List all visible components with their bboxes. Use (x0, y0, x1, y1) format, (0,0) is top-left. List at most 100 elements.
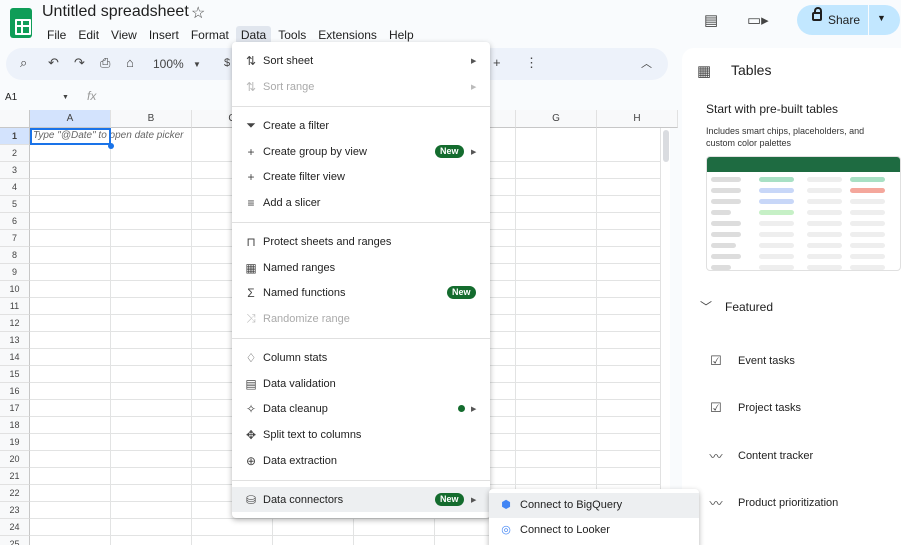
new-badge: New (435, 145, 464, 158)
row-header[interactable]: 1 (0, 128, 30, 145)
scrollbar-thumb[interactable] (663, 130, 669, 162)
row-header[interactable]: 12 (0, 315, 30, 332)
row-header[interactable]: 17 (0, 400, 30, 417)
menu-item-add-slicer[interactable]: ≡ Add a slicer (232, 190, 490, 215)
menu-item-data-extraction[interactable]: ⊕ Data extraction (232, 448, 490, 473)
row-header[interactable]: 6 (0, 213, 30, 230)
zoom-chevron-icon[interactable]: ▼ (193, 60, 201, 69)
row-header[interactable]: 20 (0, 451, 30, 468)
menu-item-column-stats[interactable]: ♢ Column stats (232, 345, 490, 370)
lock-icon: ⊓ (246, 234, 256, 249)
row-header[interactable]: 5 (0, 196, 30, 213)
row-header[interactable]: 22 (0, 485, 30, 502)
grid-line (110, 128, 111, 545)
name-box-chevron-icon[interactable]: ▼ (62, 94, 69, 101)
chevron-down-icon[interactable]: ▼ (877, 13, 886, 23)
row-header[interactable]: 11 (0, 298, 30, 315)
sheets-logo-icon[interactable] (10, 8, 32, 38)
table-preview-image[interactable] (706, 156, 901, 271)
menu-item-named-functions[interactable]: Σ Named functions New (232, 280, 490, 305)
sort-range-icon: ⇅ (245, 79, 257, 94)
menu-item-protect-sheets[interactable]: ⊓ Protect sheets and ranges (232, 229, 490, 254)
submenu-item-label: Connect to BigQuery (520, 499, 623, 511)
row-header[interactable]: 4 (0, 179, 30, 196)
row-header[interactable]: 13 (0, 332, 30, 349)
submenu-item-looker[interactable]: ◎ Connect to Looker (489, 518, 699, 543)
submenu-arrow-icon: ▶ (471, 57, 477, 65)
menu-file[interactable]: File (42, 26, 71, 44)
row-header[interactable]: 19 (0, 434, 30, 451)
menu-edit[interactable]: Edit (73, 26, 104, 44)
menu-view[interactable]: View (106, 26, 142, 44)
share-label: Share (828, 13, 861, 27)
featured-heading[interactable]: Featured (725, 300, 773, 314)
menu-item-sort-sheet[interactable]: ⇅ Sort sheet ▶ (232, 48, 490, 73)
row-header[interactable]: 21 (0, 468, 30, 485)
template-item[interactable]: 〰 Content tracker (706, 446, 813, 465)
zoom-select[interactable]: 100% (153, 57, 184, 71)
select-all-corner[interactable] (0, 110, 30, 128)
menu-format[interactable]: Format (186, 26, 234, 44)
row-header[interactable]: 3 (0, 162, 30, 179)
template-label: Product prioritization (738, 496, 839, 509)
plus-icon: + (247, 169, 255, 184)
row-header[interactable]: 15 (0, 366, 30, 383)
preview-header (707, 157, 900, 172)
chevron-down-icon[interactable]: ﹀ (700, 298, 712, 315)
vertical-scrollbar[interactable] (660, 128, 670, 545)
row-header[interactable]: 7 (0, 230, 30, 247)
print-icon[interactable]: ⎙ (100, 55, 110, 71)
grid-line (596, 128, 597, 545)
menu-item-label: Data connectors (263, 493, 344, 506)
fx-icon: fx (87, 89, 97, 103)
menu-item-named-ranges[interactable]: ▦ Named ranges (232, 255, 490, 280)
database-icon: ⛁ (245, 492, 257, 507)
template-label: Project tasks (738, 402, 801, 414)
row-header[interactable]: 9 (0, 264, 30, 281)
row-header[interactable]: 24 (0, 519, 30, 536)
more-options-icon[interactable]: ⋮ (525, 55, 538, 71)
validation-icon: ▤ (245, 376, 257, 391)
fill-handle[interactable] (108, 143, 114, 149)
menu-insert[interactable]: Insert (144, 26, 184, 44)
undo-icon[interactable]: ↶ (48, 55, 59, 71)
submenu-item-bigquery[interactable]: ⬢ Connect to BigQuery (489, 493, 699, 518)
status-dot (458, 405, 465, 412)
menu-item-create-group-by-view[interactable]: + Create group by view New ▶ (232, 139, 490, 164)
column-header[interactable]: H (597, 110, 678, 128)
row-header[interactable]: 10 (0, 281, 30, 298)
template-item[interactable]: ☑ Event tasks (706, 353, 795, 369)
menu-item-split-text[interactable]: ✥ Split text to columns (232, 422, 490, 447)
share-button[interactable]: Share ▼ (797, 5, 900, 35)
template-item[interactable]: 〰 Product prioritization (706, 493, 838, 512)
column-header[interactable]: B (111, 110, 192, 128)
row-header[interactable]: 23 (0, 502, 30, 519)
add-icon[interactable]: + (493, 55, 501, 70)
star-icon[interactable]: ☆ (191, 3, 205, 23)
row-header[interactable]: 8 (0, 247, 30, 264)
menu-divider (232, 106, 490, 107)
row-header[interactable]: 2 (0, 145, 30, 162)
row-header[interactable]: 25 (0, 536, 30, 545)
menu-item-data-connectors[interactable]: ⛁ Data connectors New ▶ (232, 487, 490, 512)
redo-icon[interactable]: ↷ (74, 55, 85, 71)
document-title[interactable]: Untitled spreadsheet (42, 3, 189, 21)
preview-row (707, 230, 900, 240)
menu-item-create-filter-view[interactable]: + Create filter view (232, 164, 490, 189)
menu-item-data-cleanup[interactable]: ✧ Data cleanup ▶ (232, 396, 490, 421)
menu-item-create-filter[interactable]: ⏷ Create a filter (232, 113, 490, 138)
row-header[interactable]: 18 (0, 417, 30, 434)
column-header[interactable]: G (516, 110, 597, 128)
paint-format-icon[interactable]: ⌂ (126, 55, 134, 70)
selected-cell[interactable] (30, 128, 111, 145)
menu-item-data-validation[interactable]: ▤ Data validation (232, 371, 490, 396)
template-item[interactable]: ☑ Project tasks (706, 400, 801, 416)
currency-button[interactable]: $ (224, 57, 230, 69)
row-header[interactable]: 16 (0, 383, 30, 400)
meet-video-icon[interactable]: ▭▸ (747, 11, 769, 29)
row-header[interactable]: 14 (0, 349, 30, 366)
collapse-toolbar-icon[interactable]: ︿ (641, 55, 652, 71)
column-header[interactable]: A (30, 110, 111, 128)
comment-icon[interactable]: ▤ (704, 11, 718, 29)
search-icon[interactable]: ⌕ (20, 55, 27, 71)
